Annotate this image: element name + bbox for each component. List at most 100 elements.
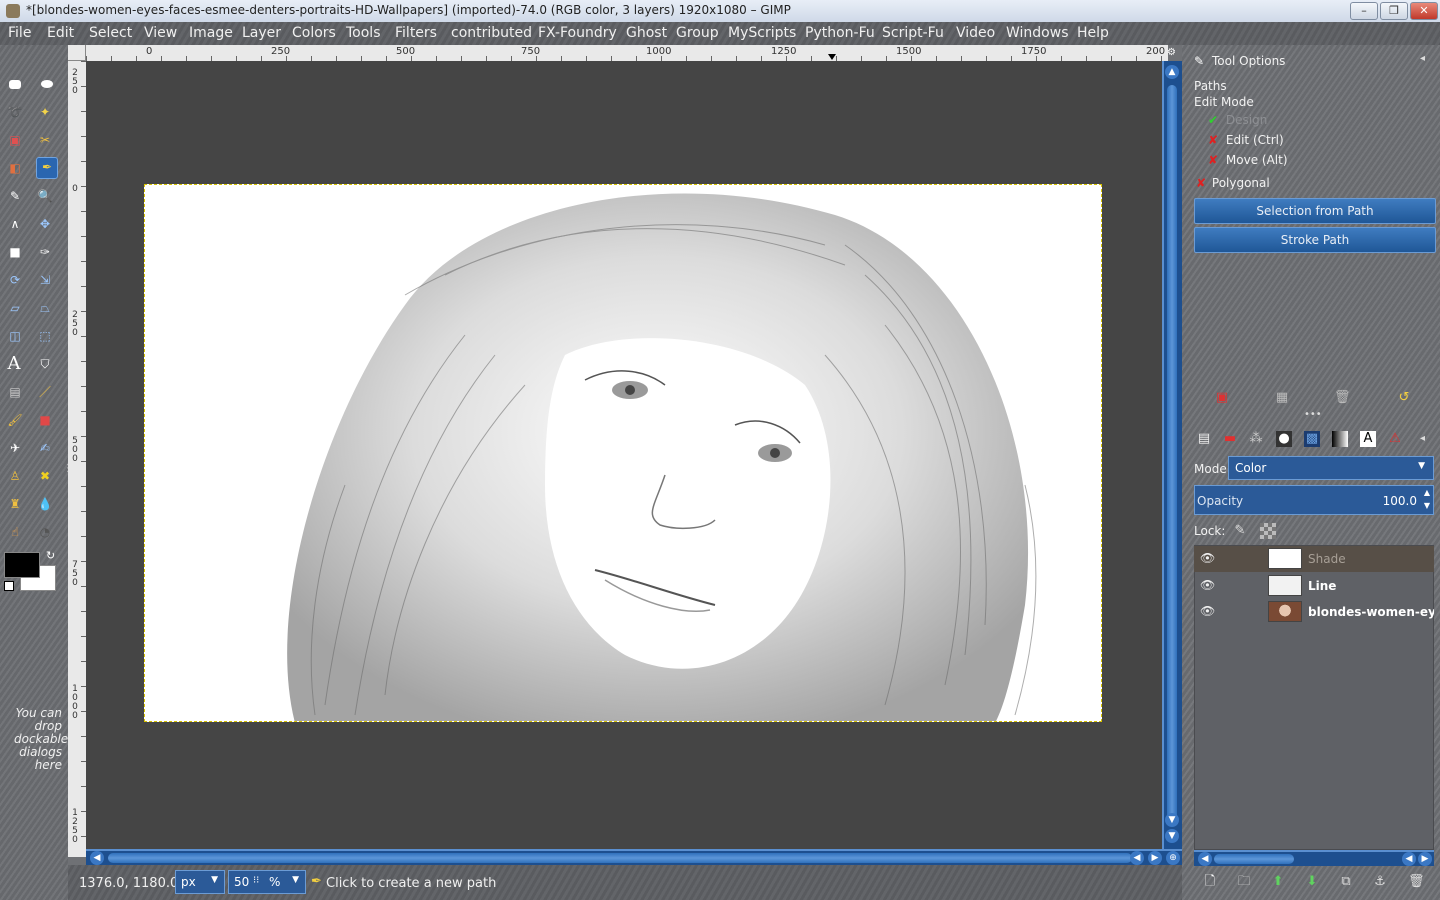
- scroll-left-icon[interactable]: ◀: [1198, 852, 1212, 866]
- foreground-select-icon[interactable]: ◧: [6, 159, 24, 177]
- menu-script-fu[interactable]: Script-Fu: [882, 25, 944, 41]
- swap-colors-icon[interactable]: ↻: [46, 549, 55, 562]
- perspective-icon[interactable]: ⏢: [36, 299, 54, 317]
- menu-image[interactable]: Image: [189, 25, 233, 41]
- lock-pixels-icon[interactable]: ✎: [1232, 523, 1248, 539]
- heal-icon[interactable]: ✖: [36, 467, 54, 485]
- opacity-value[interactable]: 100.0: [1383, 494, 1417, 508]
- fonts-tab-icon[interactable]: A: [1360, 431, 1376, 447]
- zoom-selector[interactable]: 50 ⁝⁝ % ▼: [228, 870, 306, 894]
- scale-icon[interactable]: ⇲: [36, 271, 54, 289]
- menu-layer[interactable]: Layer: [242, 25, 281, 41]
- zoom-icon[interactable]: 🔍: [36, 187, 54, 205]
- scroll-down-icon[interactable]: ▼: [1165, 813, 1179, 827]
- color-select-icon[interactable]: ▣: [6, 131, 24, 149]
- panel-menu-icon[interactable]: ◂: [1420, 433, 1425, 444]
- scroll-right-icon[interactable]: ▶: [1418, 852, 1432, 866]
- airbrush-icon[interactable]: ✈: [6, 439, 24, 457]
- image-canvas[interactable]: [144, 184, 1102, 722]
- raise-layer-icon[interactable]: ⬆: [1270, 874, 1286, 890]
- cage-icon[interactable]: ⬚: [36, 327, 54, 345]
- dock-separator-handle[interactable]: •••: [1304, 409, 1322, 420]
- layer-row-line[interactable]: 👁 Line: [1194, 573, 1434, 599]
- scroll-right-icon[interactable]: ▶: [1148, 851, 1162, 865]
- mode-edit-option[interactable]: ✘ Edit (Ctrl): [1208, 133, 1284, 147]
- polygonal-checkbox[interactable]: ✘ Polygonal: [1196, 176, 1270, 190]
- reset-options-icon[interactable]: ↺: [1396, 390, 1412, 406]
- align-icon[interactable]: ■: [6, 243, 24, 261]
- stroke-path-button[interactable]: Stroke Path: [1194, 227, 1436, 253]
- warning-tab-icon[interactable]: ⚠: [1387, 431, 1403, 447]
- menu-myscripts[interactable]: MyScripts: [728, 25, 796, 41]
- ruler-corner[interactable]: [68, 45, 86, 61]
- minimize-button[interactable]: –: [1350, 2, 1378, 20]
- scissors-icon[interactable]: ✂: [36, 131, 54, 149]
- unit-selector[interactable]: px ▼: [175, 870, 225, 894]
- blend-icon[interactable]: ▤: [6, 383, 24, 401]
- ink-icon[interactable]: ✍: [36, 439, 54, 457]
- menu-windows[interactable]: Windows: [1006, 25, 1069, 41]
- panel-menu-icon[interactable]: ◂: [1420, 53, 1425, 64]
- menu-tools[interactable]: Tools: [346, 25, 381, 41]
- measure-icon[interactable]: ∧: [6, 215, 24, 233]
- menu-edit[interactable]: Edit: [47, 25, 74, 41]
- scroll-left-icon[interactable]: ◀: [1402, 852, 1416, 866]
- patterns-tab-icon[interactable]: ▩: [1304, 431, 1320, 447]
- zoom-fit-icon[interactable]: ⊕: [1166, 851, 1180, 865]
- crop-icon[interactable]: ✑: [36, 243, 54, 261]
- menu-filters[interactable]: Filters: [395, 25, 437, 41]
- layer-mode-dropdown[interactable]: Color ▼: [1228, 456, 1434, 480]
- new-layer-icon[interactable]: 🗋: [1202, 874, 1218, 890]
- paths-tool-icon[interactable]: ✒: [36, 157, 58, 179]
- layers-horizontal-scrollbar[interactable]: ◀ ◀ ▶: [1194, 850, 1434, 866]
- mode-move-option[interactable]: ✘ Move (Alt): [1208, 153, 1288, 167]
- eye-icon[interactable]: 👁: [1200, 551, 1215, 565]
- layer-row-shade[interactable]: 👁 Shade: [1194, 546, 1434, 572]
- vertical-scrollbar[interactable]: ▲ ▼ ▼: [1162, 61, 1182, 849]
- scroll-left-icon[interactable]: ◀: [90, 851, 104, 865]
- scroll-up-icon[interactable]: ▲: [1165, 65, 1179, 79]
- paths-tab-icon[interactable]: ⁂: [1248, 431, 1264, 447]
- restore-options-icon[interactable]: ▦: [1274, 390, 1290, 406]
- menu-file[interactable]: File: [8, 25, 31, 41]
- delete-options-icon[interactable]: 🗑: [1334, 390, 1351, 406]
- scroll-down-icon[interactable]: ▼: [1165, 829, 1179, 843]
- free-select-icon[interactable]: ➰: [6, 103, 24, 121]
- paintbrush-icon[interactable]: 🖌: [6, 411, 24, 429]
- vertical-ruler[interactable]: 250 0 250 500 750 1000 1250: [68, 61, 87, 857]
- move-icon[interactable]: ✥: [36, 215, 54, 233]
- smudge-icon[interactable]: ☝: [6, 523, 24, 541]
- menu-select[interactable]: Select: [89, 25, 132, 41]
- zoom-value[interactable]: 50: [234, 875, 249, 889]
- menu-ghost[interactable]: Ghost: [626, 25, 667, 41]
- eraser-icon[interactable]: ■: [36, 411, 54, 429]
- menu-fx-foundry[interactable]: FX-Foundry: [538, 25, 617, 41]
- horizontal-scrollbar[interactable]: ◀ ◀ ▶ ⊕: [86, 849, 1182, 865]
- gradients-tab-icon[interactable]: [1332, 431, 1348, 447]
- delete-layer-icon[interactable]: 🗑: [1408, 874, 1425, 890]
- selection-from-path-button[interactable]: Selection from Path: [1194, 198, 1436, 224]
- brushes-tab-icon[interactable]: ●: [1276, 431, 1292, 447]
- menu-python-fu[interactable]: Python-Fu: [805, 25, 875, 41]
- rotate-icon[interactable]: ⟳: [6, 271, 24, 289]
- text-tool-icon[interactable]: A: [5, 355, 23, 373]
- foreground-color-swatch[interactable]: [4, 552, 40, 578]
- default-colors-icon[interactable]: [4, 581, 14, 591]
- vertical-scroll-thumb[interactable]: [1167, 85, 1177, 825]
- layers-scroll-thumb[interactable]: [1214, 854, 1294, 864]
- layer-row-background-photo[interactable]: 👁 blondes-women-eyes-fc: [1194, 599, 1434, 625]
- flip-icon[interactable]: ◫: [6, 327, 24, 345]
- spin-down-icon[interactable]: ▼: [1424, 501, 1430, 510]
- spin-up-icon[interactable]: ▲: [1424, 488, 1430, 497]
- menu-video[interactable]: Video: [956, 25, 995, 41]
- lower-layer-icon[interactable]: ⬇: [1304, 874, 1320, 890]
- scroll-left-icon[interactable]: ◀: [1130, 851, 1144, 865]
- opacity-slider[interactable]: Opacity 100.0 ▲ ▼: [1194, 485, 1434, 515]
- zoom-spin-icon[interactable]: ⁝⁝: [253, 875, 259, 886]
- close-button[interactable]: ✕: [1410, 2, 1438, 20]
- menu-help[interactable]: Help: [1077, 25, 1109, 41]
- menu-colors[interactable]: Colors: [292, 25, 336, 41]
- lock-alpha-icon[interactable]: [1260, 523, 1276, 539]
- layers-tab-icon[interactable]: ▤: [1196, 431, 1212, 447]
- duplicate-layer-icon[interactable]: ⧉: [1338, 874, 1354, 890]
